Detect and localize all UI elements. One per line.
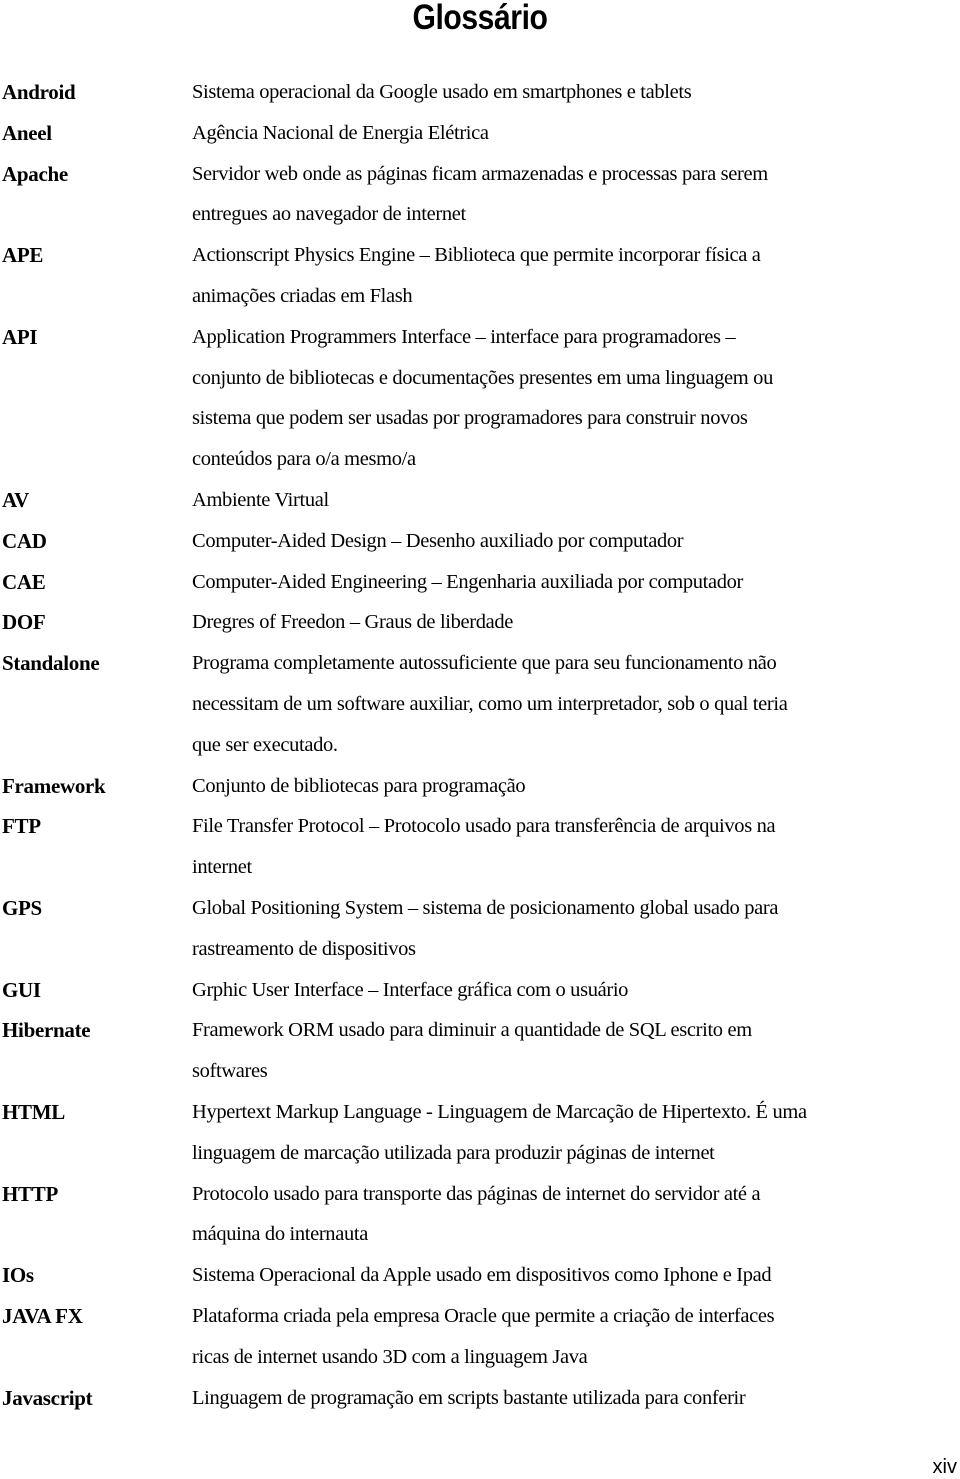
glossary-entry: Aneel Agência Nacional de Energia Elétric…	[0, 113, 960, 154]
glossary-entry: IOs Sistema Operacional da Apple usado em…	[0, 1255, 960, 1296]
definition-line: sistema que podem ser usadas por program…	[192, 407, 748, 430]
glossary-entry: APE Actionscript Physics Engine – Bibliot…	[0, 235, 960, 317]
glossary-definition: Grphic User Interface – Interface gráfic…	[192, 970, 960, 1011]
glossary-term: CAE	[2, 569, 46, 594]
definition-line: ricas de internet usando 3D com a lingua…	[192, 1345, 588, 1368]
definition-line: softwares	[192, 1060, 268, 1083]
definition-line: rastreamento de dispositivos	[192, 937, 416, 960]
glossary-term: FTP	[2, 814, 41, 839]
glossary-entry: CAD Computer-Aided Design – Desenho auxil…	[0, 521, 960, 562]
glossary-entry: Framework Conjunto de bibliotecas para pr…	[0, 766, 960, 807]
glossary-term: CAD	[2, 528, 47, 553]
definition-line: necessitam de um software auxiliar, como…	[192, 692, 788, 715]
glossary-term: Apache	[2, 161, 68, 186]
glossary-definition: Agência Nacional de Energia Elétrica	[192, 113, 960, 154]
glossary-list: Android Sistema operacional da Google usa…	[0, 72, 960, 1418]
glossary-entry: FTP File Transfer Protocol – Protocolo us…	[0, 806, 960, 888]
glossary-definition: Sistema Operacional da Apple usado em di…	[192, 1255, 960, 1296]
glossary-definition: Sistema operacional da Google usado em s…	[192, 72, 960, 113]
definition-line: Actionscript Physics Engine – Biblioteca…	[192, 244, 761, 267]
glossary-term: IOs	[2, 1263, 34, 1288]
definition-line: Hypertext Markup Language - Linguagem de…	[192, 1100, 807, 1123]
definition-line: entregues ao navegador de internet	[192, 203, 466, 226]
glossary-term: JAVA FX	[2, 1303, 83, 1328]
definition-line: Application Programmers Interface – inte…	[192, 325, 736, 348]
definition-line: Protocolo usado para transporte das pági…	[192, 1182, 761, 1205]
page-number: xiv	[932, 1456, 957, 1478]
glossary-term: Framework	[2, 773, 106, 798]
definition-line: Sistema operacional da Google usado em s…	[192, 81, 692, 103]
glossary-definition: Global Positioning System – sistema de p…	[192, 888, 960, 970]
definition-line: Programa completamente autossuficiente q…	[192, 652, 777, 675]
definition-line: Servidor web onde as páginas ficam armaz…	[192, 162, 768, 185]
glossary-entry: GPS Global Positioning System – sistema d…	[0, 888, 960, 970]
glossary-entry: Android Sistema operacional da Google usa…	[0, 72, 960, 113]
glossary-term: Hibernate	[2, 1018, 91, 1043]
glossary-term: GPS	[2, 895, 42, 920]
glossary-entry: CAE Computer-Aided Engineering – Engenhar…	[0, 562, 960, 603]
definition-line: animações criadas em Flash	[192, 284, 413, 307]
page-title: Glossário	[412, 0, 548, 37]
glossary-definition: Servidor web onde as páginas ficam armaz…	[192, 154, 960, 236]
glossary-term: Android	[2, 80, 76, 104]
glossary-entry: HTML Hypertext Markup Language - Linguage…	[0, 1092, 960, 1174]
definition-line: File Transfer Protocol – Protocolo usado…	[192, 815, 776, 838]
glossary-term: API	[2, 324, 38, 349]
definition-line: Framework ORM usado para diminuir a quan…	[192, 1019, 752, 1042]
definition-line: internet	[192, 856, 252, 879]
glossary-definition: Plataforma criada pela empresa Oracle qu…	[192, 1296, 960, 1378]
glossary-term: APE	[2, 243, 44, 268]
glossary-entry: Standalone Programa completamente autossu…	[0, 643, 960, 765]
definition-line: Computer-Aided Design – Desenho auxiliad…	[192, 529, 684, 552]
glossary-definition: Application Programmers Interface – inte…	[192, 317, 960, 480]
glossary-definition: Ambiente Virtual	[192, 480, 960, 521]
glossary-definition: Computer-Aided Engineering – Engenharia …	[192, 562, 960, 603]
definition-line: que ser executado.	[192, 733, 338, 756]
glossary-definition: Framework ORM usado para diminuir a quan…	[192, 1010, 960, 1092]
definition-line: Linguagem de programação em scripts bast…	[192, 1386, 746, 1409]
glossary-definition: Linguagem de programação em scripts bast…	[192, 1378, 960, 1419]
definition-line: conjunto de bibliotecas e documentações …	[192, 366, 773, 389]
glossary-term: GUI	[2, 977, 41, 1002]
glossary-entry: Hibernate Framework ORM usado para diminu…	[0, 1010, 960, 1092]
glossary-term: AV	[2, 487, 30, 512]
glossary-entry: DOF Dregres of Freedon – Graus de liberda…	[0, 602, 960, 643]
definition-line: Computer-Aided Engineering – Engenharia …	[192, 570, 744, 593]
glossary-definition: Computer-Aided Design – Desenho auxiliad…	[192, 521, 960, 562]
glossary-entry: Apache Servidor web onde as páginas ficam…	[0, 154, 960, 236]
glossary-term: HTTP	[2, 1181, 58, 1206]
definition-line: Ambiente Virtual	[192, 488, 329, 511]
glossary-entry: HTTP Protocolo usado para transporte das …	[0, 1174, 960, 1256]
glossary-definition: Programa completamente autossuficiente q…	[192, 643, 960, 765]
glossary-term: Aneel	[2, 120, 52, 145]
definition-line: Sistema Operacional da Apple usado em di…	[192, 1264, 772, 1287]
glossary-term: HTML	[2, 1099, 65, 1124]
definition-line: Agência Nacional de Energia Elétrica	[192, 121, 489, 144]
glossary-entry: AV Ambiente Virtual	[0, 480, 960, 521]
glossary-term: Javascript	[2, 1385, 93, 1410]
definition-line: Conjunto de bibliotecas para programação	[192, 774, 526, 797]
glossary-entry: Javascript Linguagem de programação em sc…	[0, 1378, 960, 1419]
glossary-definition: Dregres of Freedon – Graus de liberdade	[192, 602, 960, 643]
definition-line: Global Positioning System – sistema de p…	[192, 896, 779, 919]
glossary-entry: GUI Grphic User Interface – Interface grá…	[0, 970, 960, 1011]
glossary-definition: Conjunto de bibliotecas para programação	[192, 766, 960, 807]
glossary-definition: Protocolo usado para transporte das pági…	[192, 1174, 960, 1256]
definition-line: Grphic User Interface – Interface gráfic…	[192, 978, 629, 1001]
definition-line: linguagem de marcação utilizada para pro…	[192, 1141, 715, 1164]
definition-line: máquina do internauta	[192, 1223, 368, 1246]
glossary-definition: Actionscript Physics Engine – Biblioteca…	[192, 235, 960, 317]
glossary-term: Standalone	[2, 651, 100, 676]
glossary-definition: File Transfer Protocol – Protocolo usado…	[192, 806, 960, 888]
definition-line: Dregres of Freedon – Graus de liberdade	[192, 611, 514, 634]
glossary-entry: JAVA FX Plataforma criada pela empresa Or…	[0, 1296, 960, 1378]
definition-line: Plataforma criada pela empresa Oracle qu…	[192, 1304, 775, 1327]
definition-line: conteúdos para o/a mesmo/a	[192, 448, 416, 471]
glossary-entry: API Application Programmers Interface – i…	[0, 317, 960, 480]
glossary-term: DOF	[2, 610, 46, 635]
glossary-definition: Hypertext Markup Language - Linguagem de…	[192, 1092, 960, 1174]
